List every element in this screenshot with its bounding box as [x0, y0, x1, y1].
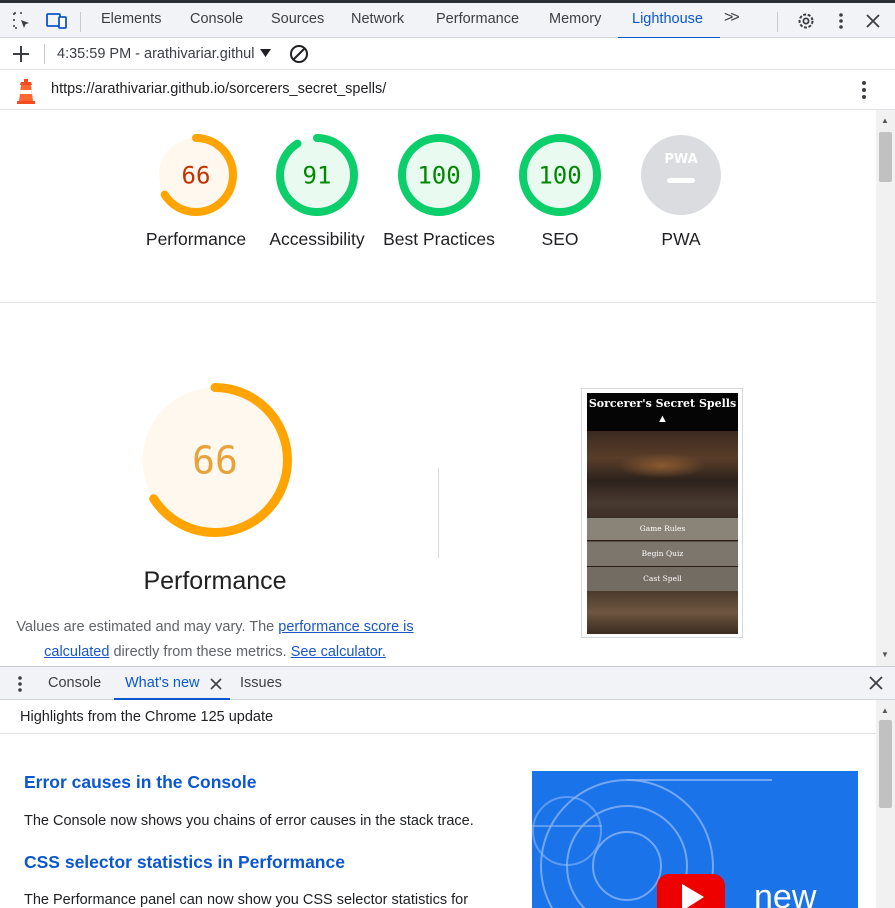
tab-separator [777, 12, 778, 32]
drawer-tab-console[interactable]: Console [48, 675, 101, 691]
gauge-seo[interactable]: 100 [518, 133, 602, 217]
vertical-divider [438, 468, 439, 558]
whats-new-body: Error causes in the Console The Console … [0, 734, 876, 908]
close-tab-icon[interactable] [210, 677, 222, 693]
whats-new-header-text: Highlights from the Chrome 125 update [20, 709, 274, 725]
scroll-up-icon[interactable]: ▲ [881, 116, 889, 125]
screenshot-glow [617, 453, 707, 478]
seo-gauge-ring: 100 [519, 134, 601, 216]
feature-text-css-selector: The Performance panel can now show you C… [24, 892, 469, 908]
screenshot-button-3: Cast Spell [587, 567, 738, 591]
device-toolbar-icon[interactable] [46, 10, 68, 32]
tab-console[interactable]: Console [190, 11, 243, 27]
drawer-scroll-up-icon[interactable]: ▲ [881, 706, 889, 715]
gauge-score-value: 66 [192, 439, 238, 483]
feature-title-css-selector[interactable]: CSS selector statistics in Performance [24, 852, 345, 873]
gauge-score-value: 66 [182, 162, 211, 190]
gauge-label-seo: SEO [541, 229, 579, 249]
gauge-best-practices[interactable]: 100 [397, 133, 481, 217]
drawer-tab-issues[interactable]: Issues [240, 675, 282, 691]
drawer-scroll-thumb[interactable] [879, 720, 892, 808]
report-scroll-thumb[interactable] [879, 132, 892, 182]
final-screenshot-card[interactable]: Sorcerer's Secret Spells ▲ Game Rules Be… [581, 388, 743, 638]
screenshot-title: Sorcerer's Secret Spells [588, 397, 737, 410]
score-description: Values are estimated and may vary. The p… [10, 615, 420, 665]
report-url: https://arathivariar.github.io/sorcerers… [51, 81, 387, 97]
screenshot-footer-bg [587, 591, 738, 634]
gauge-score-value: 91 [303, 162, 332, 190]
gauge-pwa[interactable]: PWA [639, 133, 723, 217]
drawer-tab-whats-new[interactable]: What's new [125, 675, 200, 691]
whats-new-video-thumbnail[interactable]: new [532, 771, 858, 908]
pwa-gauge-icon: PWA [641, 135, 721, 215]
devtools-tab-bar: Elements Console Sources Network Perform… [0, 0, 895, 39]
wizard-hat-icon: ▲ [657, 413, 668, 425]
report-menu-icon[interactable] [861, 80, 867, 103]
video-new-text: new [754, 878, 817, 908]
tab-elements[interactable]: Elements [101, 11, 161, 27]
report-scrollbar[interactable]: ▲ ▼ [876, 110, 895, 666]
drawer-tab-bar: Console What's new Issues [0, 666, 895, 700]
gauge-accessibility[interactable]: 91 [275, 133, 359, 217]
description-text-1: Values are estimated and may vary. The [16, 619, 279, 635]
main-gauge-title: Performance [143, 567, 287, 595]
video-chrome-graphic: new [532, 779, 817, 908]
gauge-score-value: 100 [538, 162, 581, 190]
see-calculator-link[interactable]: See calculator. [291, 644, 386, 660]
section-divider [0, 302, 876, 303]
tab-lighthouse[interactable]: Lighthouse [632, 11, 703, 27]
main-performance-gauge: 66 [137, 382, 293, 538]
whats-new-header: Highlights from the Chrome 125 update [0, 700, 876, 734]
lighthouse-logo-icon [15, 77, 37, 108]
feature-text-error-causes: The Console now shows you chains of erro… [24, 813, 474, 829]
tab-sources[interactable]: Sources [271, 11, 324, 27]
lighthouse-report: 66 Performance 91 Accessibility 100 Best… [0, 110, 876, 666]
gauge-score-value: 100 [417, 162, 460, 190]
feature-title-error-causes[interactable]: Error causes in the Console [24, 772, 256, 793]
inspect-element-icon[interactable] [11, 10, 33, 32]
screenshot-button-1: Game Rules [587, 518, 738, 540]
tab-performance[interactable]: Performance [436, 11, 519, 27]
gauge-label-accessibility: Accessibility [269, 229, 365, 249]
clear-reports-icon[interactable] [289, 44, 309, 67]
tab-network[interactable]: Network [351, 11, 404, 27]
drawer-menu-icon[interactable] [17, 675, 23, 696]
accessibility-gauge-ring: 91 [276, 134, 358, 216]
best-practices-gauge-ring: 100 [398, 134, 480, 216]
report-selector[interactable]: 4:35:59 PM - arathivariar.githul [57, 46, 254, 62]
close-devtools-icon[interactable] [862, 10, 884, 32]
pwa-logo-text: PWA [664, 152, 697, 167]
scroll-down-icon[interactable]: ▼ [881, 650, 889, 659]
report-url-bar: https://arathivariar.github.io/sorcerers… [0, 70, 895, 110]
close-drawer-icon[interactable] [869, 676, 883, 693]
toolbar-separator [44, 44, 45, 64]
more-tabs-icon[interactable]: >> [724, 9, 740, 27]
new-report-icon[interactable] [11, 44, 31, 67]
performance-gauge-ring: 66 [155, 134, 237, 216]
main-gauge-ring: 66 [138, 383, 292, 537]
tab-separator [80, 12, 81, 32]
dropdown-arrow-icon[interactable] [259, 45, 272, 61]
lighthouse-toolbar: 4:35:59 PM - arathivariar.githul [0, 38, 895, 70]
screenshot-button-2: Begin Quiz [587, 542, 738, 566]
gauge-label-pwa: PWA [661, 229, 701, 249]
settings-gear-icon[interactable] [795, 10, 817, 32]
gauge-performance[interactable]: 66 [154, 133, 238, 217]
gauge-label-best-practices: Best Practices [383, 229, 495, 249]
more-options-icon[interactable] [830, 10, 852, 32]
gauge-label-performance: Performance [145, 229, 247, 249]
tab-memory[interactable]: Memory [549, 11, 601, 27]
description-text-2: directly from these metrics. [109, 644, 291, 660]
final-screenshot: Sorcerer's Secret Spells ▲ Game Rules Be… [587, 393, 738, 634]
drawer-scrollbar[interactable]: ▲ [876, 700, 895, 908]
